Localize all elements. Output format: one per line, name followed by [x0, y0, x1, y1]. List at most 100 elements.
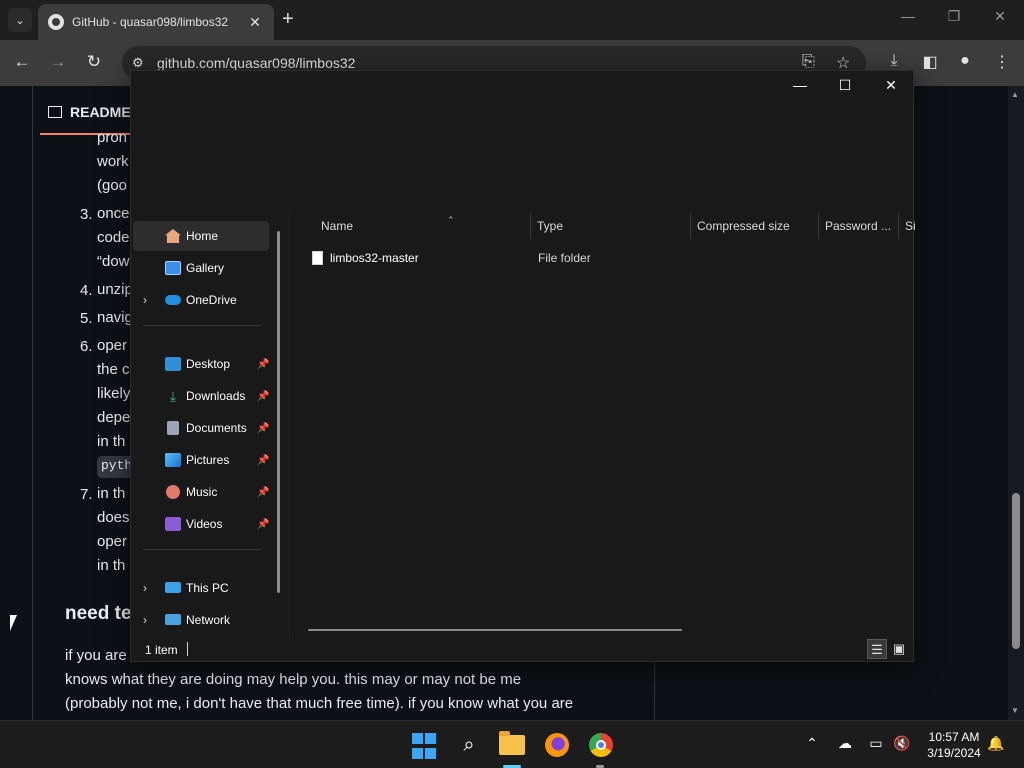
chrome-icon	[589, 733, 613, 757]
profile-avatar-icon[interactable]: ●	[954, 52, 976, 70]
pin-icon[interactable]: 📌	[257, 391, 269, 402]
network-icon	[165, 614, 181, 625]
browser-close-icon[interactable]: ✕	[988, 8, 1012, 25]
list-number: 5.	[80, 310, 93, 327]
volume-muted-icon[interactable]: 🔇	[892, 735, 912, 752]
details-view-icon[interactable]: ☰	[867, 639, 887, 659]
back-arrow-icon[interactable]: ←	[10, 52, 34, 72]
sort-ascending-icon: ⌃	[447, 215, 455, 225]
nav-label: Desktop	[186, 357, 231, 371]
item-count: 1 item	[145, 643, 178, 657]
horizontal-scrollbar[interactable]	[308, 629, 682, 631]
column-header-password[interactable]: Password ...	[825, 219, 891, 233]
start-windows-icon[interactable]	[412, 733, 440, 761]
readme-tab[interactable]: README	[48, 104, 131, 120]
computer-icon	[165, 582, 181, 593]
system-clock[interactable]: 10:57 AM 3/19/2024	[922, 729, 986, 761]
column-header-size[interactable]: Si	[905, 219, 916, 233]
explorer-minimize-icon[interactable]: —	[787, 77, 813, 93]
windows-logo-pane	[412, 748, 423, 759]
scroll-up-icon[interactable]: ▲	[1011, 90, 1019, 99]
page-scroll-thumb[interactable]	[1012, 493, 1020, 649]
nav-pane-scrollbar[interactable]	[277, 231, 280, 593]
readme-line: oper	[97, 337, 128, 354]
column-header-name[interactable]: Name ⌃	[321, 215, 455, 233]
expand-chevron-icon[interactable]: ›	[143, 613, 147, 627]
file-row[interactable]: limbos32-master File folder	[300, 243, 900, 273]
readme-line: likely	[97, 385, 131, 402]
network-icon[interactable]: ▭	[866, 735, 886, 752]
scroll-down-icon[interactable]: ▼	[1011, 706, 1019, 715]
column-divider[interactable]	[818, 213, 819, 239]
nav-label: Videos	[186, 517, 223, 531]
readme-line: oper	[97, 533, 128, 550]
browser-restore-icon[interactable]: ❐	[942, 8, 966, 25]
nav-item-gallery[interactable]: Gallery	[133, 253, 269, 283]
nav-item-home[interactable]: Home	[133, 221, 269, 251]
list-number: 6.	[80, 338, 93, 355]
url-text[interactable]: github.com/quasar098/limbos32	[157, 55, 355, 71]
reload-icon[interactable]: ↻	[82, 52, 106, 72]
nav-item-downloads[interactable]: ⤓ Downloads 📌	[133, 381, 270, 411]
explorer-close-icon[interactable]: ✕	[878, 77, 904, 94]
readme-line: the c	[97, 361, 130, 378]
browser-minimize-icon[interactable]: —	[896, 8, 920, 24]
nav-item-network[interactable]: › Network	[133, 605, 269, 635]
firefox-taskbar-button[interactable]	[543, 731, 571, 759]
column-divider[interactable]	[898, 213, 899, 239]
pin-icon[interactable]: 📌	[257, 423, 269, 434]
file-explorer-taskbar-button[interactable]	[499, 731, 527, 759]
pin-icon[interactable]: 📌	[257, 519, 269, 530]
notifications-bell-icon[interactable]: 🔔	[986, 735, 1006, 752]
close-tab-icon[interactable]: ✕	[246, 14, 264, 31]
github-icon	[48, 14, 64, 30]
nav-label: Documents	[186, 421, 247, 435]
page-scrollbar[interactable]: ▲ ▼	[1008, 86, 1024, 720]
list-number: 7.	[80, 486, 93, 503]
file-list-pane: Name ⌃ Type Compressed size Password ... …	[289, 213, 916, 637]
column-header-type[interactable]: Type	[537, 219, 563, 233]
windows-logo-pane	[425, 748, 436, 759]
expand-chevron-icon[interactable]: ›	[143, 293, 147, 307]
new-tab-plus-icon[interactable]: +	[282, 9, 294, 29]
nav-item-music[interactable]: Music 📌	[133, 477, 269, 507]
windows-logo-pane	[425, 733, 436, 744]
show-hidden-icons-chevron-up-icon[interactable]: ⌃	[802, 735, 822, 752]
nav-item-this-pc[interactable]: › This PC	[133, 573, 269, 603]
nav-item-onedrive[interactable]: › OneDrive	[133, 285, 269, 315]
browser-menu-icon[interactable]: ⋮	[991, 52, 1013, 72]
search-icon[interactable]: ⌕	[455, 731, 483, 759]
install-app-icon[interactable]: ⎘	[802, 53, 815, 71]
forward-arrow-icon[interactable]: →	[46, 52, 70, 72]
onedrive-offline-icon[interactable]: ☁	[835, 735, 855, 752]
column-divider[interactable]	[530, 213, 531, 239]
nav-item-videos[interactable]: Videos 📌	[133, 509, 269, 539]
tiles-view-icon[interactable]: ▣	[889, 639, 909, 659]
nav-item-pictures[interactable]: Pictures 📌	[133, 445, 269, 475]
browser-tab-github[interactable]: GitHub - quasar098/limbos32 ✕	[38, 4, 274, 40]
column-label: Name	[321, 219, 354, 233]
pin-icon[interactable]: 📌	[257, 455, 269, 466]
readme-line: once	[97, 205, 130, 222]
videos-icon	[165, 517, 181, 531]
nav-item-desktop[interactable]: Desktop 📌	[133, 349, 269, 379]
explorer-maximize-icon[interactable]: ☐	[832, 77, 858, 94]
readme-paragraph-line: knows what they are doing may help you. …	[65, 671, 522, 688]
downloads-icon[interactable]: ⤓	[883, 52, 905, 70]
side-panel-icon[interactable]: ◧	[919, 52, 941, 72]
browser-tab-bar: ⌄ GitHub - quasar098/limbos32 ✕ + — ❐ ✕	[0, 0, 1024, 40]
nav-separator	[143, 549, 261, 550]
readme-paragraph-line: (probably not me, i don't have that much…	[65, 695, 574, 712]
book-icon	[48, 106, 62, 118]
column-header-compressed-size[interactable]: Compressed size	[697, 219, 790, 233]
pin-icon[interactable]: 📌	[257, 487, 269, 498]
site-info-icon[interactable]: ⚙	[132, 55, 144, 71]
chrome-taskbar-button[interactable]	[587, 731, 615, 759]
tab-search-chevron-down-icon[interactable]: ⌄	[8, 8, 32, 32]
pin-icon[interactable]: 📌	[257, 359, 269, 370]
column-divider[interactable]	[690, 213, 691, 239]
expand-chevron-icon[interactable]: ›	[143, 581, 147, 595]
download-arrow-icon: ⤓	[169, 388, 177, 404]
readme-line: “dow	[97, 253, 130, 270]
nav-item-documents[interactable]: Documents 📌	[133, 413, 269, 443]
